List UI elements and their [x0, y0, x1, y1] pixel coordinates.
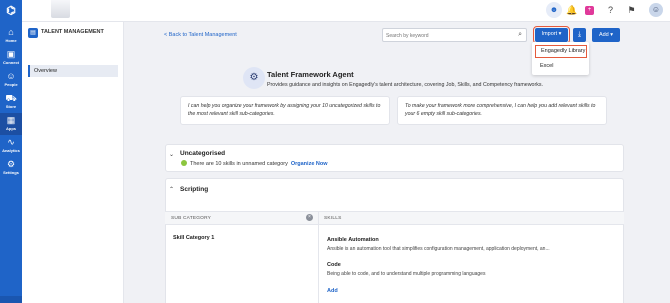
search-box: ⌕ — [382, 28, 527, 42]
agent-subtitle: Provides guidance and insights on Engage… — [267, 82, 544, 88]
talent-management-icon: ▤ — [28, 28, 38, 38]
panel-title: TALENT MANAGEMENT — [41, 29, 104, 35]
panel-item-overview[interactable]: Overview — [28, 65, 118, 77]
avatar[interactable]: ☺ — [649, 3, 663, 17]
download-icon: ⤓ — [577, 31, 582, 38]
suggestion-card-add-skills[interactable]: To make your framework more comprehensiv… — [397, 96, 607, 125]
help-icon[interactable]: ? — [605, 5, 616, 16]
store-icon: ⛟ — [5, 93, 17, 103]
panel-header: ▤ TALENT MANAGEMENT — [28, 27, 124, 40]
scripting-card — [165, 178, 624, 303]
nav-item-apps[interactable]: ▦ Apps — [0, 113, 22, 135]
import-menu: Engagedly Library Excel — [532, 42, 589, 75]
suggestion-text: I can help you organize your framework b… — [188, 103, 381, 117]
nav-item-settings[interactable]: ⚙ Settings — [0, 157, 22, 179]
suggestion-text: To make your framework more comprehensiv… — [405, 103, 596, 117]
back-link[interactable]: < Back to Talent Management — [164, 32, 237, 38]
nav-item-home[interactable]: ⌂ Home — [0, 25, 22, 47]
nav-item-connect[interactable]: ▣ Connect — [0, 47, 22, 69]
chevron-up-icon[interactable]: ⌃ — [169, 186, 174, 193]
menu-item-excel[interactable]: Excel — [535, 60, 587, 73]
company-logo — [51, 0, 70, 18]
connect-icon: ▣ — [6, 49, 16, 59]
close-circle-icon[interactable]: × — [306, 214, 313, 221]
status-dot-icon — [181, 160, 187, 166]
nav-item-people[interactable]: ☺ People — [0, 69, 22, 91]
table-header: SUB CATEGORY × SKILLS — [165, 211, 624, 225]
plus-square-icon[interactable]: + — [585, 6, 594, 15]
uncategorised-text: There are 10 skills in unnamed category — [190, 161, 288, 167]
skill-description: Being able to code, and to understand mu… — [327, 271, 486, 277]
nav-item-store[interactable]: ⛟ Store — [0, 91, 22, 113]
agent-bot-icon[interactable]: ☻ — [546, 2, 562, 18]
column-header-sub-category: SUB CATEGORY — [171, 216, 212, 221]
bell-icon[interactable]: 🔔 — [566, 5, 577, 16]
apps-icon: ▦ — [6, 115, 16, 125]
skill-description: Ansible is an automation tool that simpl… — [327, 246, 550, 252]
import-button[interactable]: Import ▾ — [533, 26, 570, 44]
add-button[interactable]: Add ▾ — [592, 28, 620, 42]
uncategorised-card — [165, 144, 624, 172]
download-button[interactable]: ⤓ — [573, 28, 586, 42]
add-skill-link[interactable]: Add — [327, 288, 338, 294]
app-logo-icon[interactable]: ⌬ — [4, 5, 18, 17]
sub-category-name[interactable]: Skill Category 1 — [173, 235, 214, 241]
home-icon: ⌂ — [8, 27, 14, 37]
settings-icon: ⚙ — [6, 159, 16, 169]
nav-item-analytics[interactable]: ∿ Analytics — [0, 135, 22, 157]
search-icon[interactable]: ⌕ — [518, 31, 522, 39]
people-icon: ☺ — [6, 71, 16, 81]
organize-now-link[interactable]: Organize Now — [291, 161, 328, 167]
agent-icon: ⚙ — [243, 67, 265, 89]
skill-name[interactable]: Code — [327, 262, 341, 268]
chevron-down-icon[interactable]: ⌄ — [169, 151, 174, 158]
skill-name[interactable]: Ansible Automation — [327, 237, 379, 243]
suggestion-card-organize[interactable]: I can help you organize your framework b… — [180, 96, 390, 125]
secondary-panel: ▤ TALENT MANAGEMENT Overview — [22, 22, 124, 303]
top-bar: ☻ 🔔 + ? ⚑ ☺ — [22, 0, 670, 22]
section-title: Scripting — [180, 186, 209, 193]
uncategorised-summary: There are 10 skills in unnamed category O… — [181, 160, 328, 167]
menu-item-engagedly-library[interactable]: Engagedly Library — [535, 45, 587, 58]
analytics-icon: ∿ — [7, 137, 15, 147]
column-header-skills: SKILLS — [324, 216, 342, 221]
agent-title: Talent Framework Agent — [267, 70, 354, 79]
section-title: Uncategorised — [180, 150, 226, 157]
nav-footer — [0, 296, 22, 303]
flag-icon[interactable]: ⚑ — [626, 5, 637, 16]
column-divider — [318, 211, 319, 303]
search-input[interactable] — [386, 31, 506, 40]
left-nav: ⌬ ⌂ Home ▣ Connect ☺ People ⛟ Store ▦ Ap… — [0, 0, 22, 303]
